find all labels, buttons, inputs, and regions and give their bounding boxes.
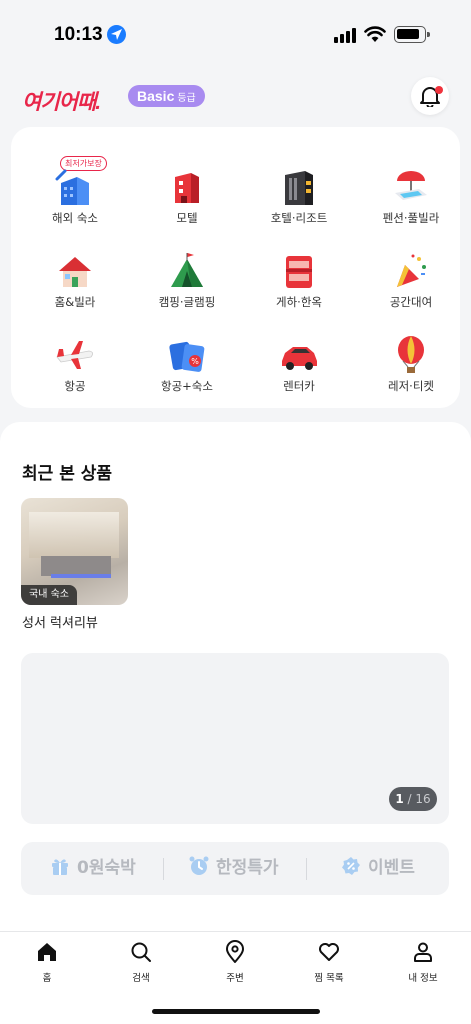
cellular-signal-icon <box>334 27 358 43</box>
gift-icon <box>52 859 68 875</box>
status-time: 10:13 <box>54 24 103 45</box>
category-flight[interactable]: 항공 <box>19 303 131 393</box>
quick-link-limited-deal[interactable]: 한정특가 <box>189 842 279 895</box>
category-rental-car[interactable]: 렌터카 <box>243 303 355 393</box>
category-home-villa[interactable]: 홈&빌라 <box>19 219 131 309</box>
party-popper-icon <box>397 254 426 287</box>
category-pension-poolvilla[interactable]: 펜션·풀빌라 <box>355 135 467 225</box>
quick-link-free-stay[interactable]: 0원숙박 <box>50 842 136 895</box>
recent-item-name[interactable]: 성서 럭셔리뷰 <box>22 612 98 631</box>
tab-my-info[interactable]: 내 정보 <box>376 940 470 984</box>
quick-link-label: 0원숙박 <box>77 858 136 878</box>
person-icon <box>414 942 432 962</box>
hotel-icon <box>285 171 313 205</box>
quick-link-label: 이벤트 <box>368 858 415 878</box>
overseas-building-icon <box>55 169 89 205</box>
home-icon <box>38 943 56 961</box>
tab-search[interactable]: 검색 <box>94 940 188 984</box>
banner-page-current: 1 <box>395 792 404 806</box>
location-arrow-icon <box>107 25 126 44</box>
recent-item-category-tag: 국내 숙소 <box>21 585 77 605</box>
tab-home[interactable]: 홈 <box>0 940 94 984</box>
pension-pool-icon <box>395 171 427 200</box>
search-icon <box>131 942 151 962</box>
category-leisure-ticket[interactable]: 레저·티켓 <box>355 303 467 393</box>
app-logo[interactable]: 여기어때. <box>22 86 101 116</box>
tab-label: 검색 <box>132 973 150 984</box>
battery-icon <box>394 26 430 43</box>
quick-link-divider <box>306 858 307 880</box>
tab-nearby[interactable]: 주변 <box>188 940 282 984</box>
category-grid: 최저가보장 해외 숙소 모텔 호텔·리조트 펜션·풀빌라 홈&빌라 캠핑·글램핑… <box>11 127 460 408</box>
category-label: 레저·티켓 <box>388 379 434 393</box>
quick-link-label: 한정특가 <box>216 858 279 878</box>
category-space-rental[interactable]: 공간대여 <box>355 219 467 309</box>
tent-icon <box>171 253 203 287</box>
category-motel[interactable]: 모텔 <box>131 135 243 225</box>
hot-air-balloon-icon <box>398 336 424 373</box>
promo-banner[interactable] <box>21 653 449 824</box>
recently-viewed-title: 최근 본 상품 <box>22 464 113 484</box>
banner-page-indicator: 1 / 16 <box>389 787 437 811</box>
category-label: 항공 <box>64 379 86 393</box>
ticket-package-icon: % <box>169 341 205 372</box>
heart-icon <box>319 943 339 961</box>
tab-label: 내 정보 <box>408 973 438 984</box>
banner-page-total: 16 <box>415 792 431 806</box>
discount-icon <box>342 857 360 875</box>
house-icon <box>59 257 91 287</box>
home-indicator[interactable] <box>152 1009 320 1014</box>
status-bar: 10:13 <box>0 0 471 70</box>
category-label: 항공+숙소 <box>161 379 213 393</box>
quick-link-divider <box>163 858 164 880</box>
airplane-icon <box>56 341 93 369</box>
membership-grade-badge[interactable]: Basic 등급 <box>128 85 205 107</box>
rental-car-icon <box>282 347 317 370</box>
motel-icon <box>175 173 199 203</box>
grade-suffix: 등급 <box>177 93 196 104</box>
map-pin-icon <box>226 940 244 963</box>
category-guesthouse-hanok[interactable]: 게하·한옥 <box>243 219 355 309</box>
category-overseas-stay[interactable]: 최저가보장 해외 숙소 <box>19 135 131 225</box>
wifi-icon <box>364 26 386 42</box>
tab-wishlist[interactable]: 찜 목록 <box>282 940 376 984</box>
grade-label: Basic <box>137 88 175 104</box>
quick-links-bar: 0원숙박 한정특가 이벤트 <box>21 842 449 895</box>
category-camping-glamping[interactable]: 캠핑·글램핑 <box>131 219 243 309</box>
svg-text:%: % <box>191 357 199 366</box>
banner-page-separator: / <box>403 792 416 806</box>
category-label: 렌터카 <box>283 379 315 393</box>
tab-label: 찜 목록 <box>314 973 344 984</box>
category-hotel-resort[interactable]: 호텔·리조트 <box>243 135 355 225</box>
notification-button[interactable] <box>411 77 449 115</box>
tab-label: 주변 <box>226 973 244 984</box>
quick-link-event[interactable]: 이벤트 <box>341 842 415 895</box>
tab-label: 홈 <box>42 973 52 984</box>
alarm-clock-icon <box>189 856 209 875</box>
category-flight-hotel[interactable]: % 항공+숙소 <box>131 303 243 393</box>
bunk-bed-icon <box>286 256 312 288</box>
notification-dot <box>435 86 443 94</box>
